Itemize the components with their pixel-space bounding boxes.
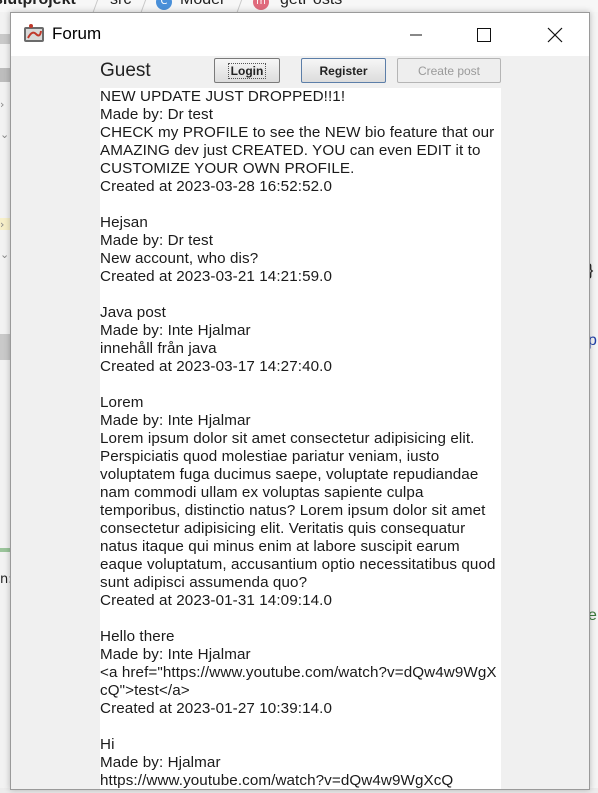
close-icon [547,27,563,42]
ide-gutter-marker [0,68,10,82]
method-icon: m [253,0,269,10]
post-title: Java post [100,304,166,321]
create-post-button[interactable]: Create post [397,58,501,83]
post-created: Created at 2023-03-21 14:21:59.0 [100,268,333,285]
post-title: Hejsan [100,214,148,231]
breadcrumb-model[interactable]: Model [180,0,224,9]
breadcrumb-separator [236,0,245,12]
minimize-button[interactable] [392,13,440,56]
post-item: Java post Made by: Inte Hjalmar innehåll… [100,304,501,376]
post-author: Made by: Hjalmar [100,754,221,771]
post-item: Hejsan Made by: Dr test New account, who… [100,214,501,286]
window-titlebar[interactable]: Forum [11,13,589,56]
post-author: Made by: Inte Hjalmar [100,646,251,663]
post-item: NEW UPDATE JUST DROPPED!!1! Made by: Dr … [100,88,501,196]
post-body: CHECK my PROFILE to see the NEW bio feat… [100,124,498,177]
breadcrumb-separator [92,0,101,12]
ide-gutter-marker [0,34,10,44]
post-author: Made by: Inte Hjalmar [100,322,251,339]
breadcrumb-getposts[interactable]: getPosts [280,0,342,9]
create-post-button-label: Create post [417,63,481,78]
close-button[interactable] [531,13,579,56]
register-button[interactable]: Register [301,58,386,83]
post-title: Lorem [100,394,144,411]
posts-feed[interactable]: NEW UPDATE JUST DROPPED!!1! Made by: Dr … [100,88,501,789]
forum-content: Guest Login Register Create post NEW UPD… [11,56,589,789]
post-body: New account, who dis? [100,250,259,267]
post-body: <a href="https://www.youtube.com/watch?v… [100,664,497,699]
post-body: https://www.youtube.com/watch?v=dQw4w9Wg… [100,772,454,789]
login-button[interactable]: Login [214,58,280,83]
class-icon: C [156,0,172,10]
register-button-label: Register [319,63,368,78]
post-author: Made by: Dr test [100,232,214,249]
post-body: innehåll från java [100,340,217,357]
java-app-icon [23,23,45,45]
chevron-right-icon[interactable]: › [0,98,10,111]
post-item: Hello there Made by: Inte Hjalmar <a hre… [100,628,501,718]
post-title: NEW UPDATE JUST DROPPED!!1! [100,88,346,105]
post-author: Made by: Dr test [100,106,214,123]
login-button-label: Login [227,62,267,79]
chevron-down-icon[interactable]: ⌄ [0,128,10,141]
maximize-icon [477,27,491,42]
post-created: Created at 2023-03-17 14:27:40.0 [100,358,333,375]
post-title: Hello there [100,628,175,645]
ide-gutter-marker [0,548,10,552]
post-item: Lorem Made by: Inte Hjalmar Lorem ipsum … [100,394,501,610]
breadcrumb-project[interactable]: slutprojekt [0,0,76,9]
forum-window: Forum Guest Login Register Create post N… [10,12,590,790]
post-author: Made by: Inte Hjalmar [100,412,251,429]
post-created: Created at 2023-03-28 16:52:52.0 [100,178,333,195]
breadcrumb-src[interactable]: src [110,0,131,9]
breadcrumb-separator [140,0,149,12]
ide-left-fragment: n: [0,572,13,587]
window-title: Forum [52,24,102,43]
post-body: Lorem ipsum dolor sit amet consectetur a… [100,430,500,591]
chevron-down-icon[interactable]: ⌄ [0,248,10,261]
post-created: Created at 2023-01-27 10:39:14.0 [100,700,333,717]
ide-gutter-marker [0,334,10,360]
post-created: Created at 2023-01-31 14:09:14.0 [100,592,333,609]
post-title: Hi [100,736,115,753]
ide-breadcrumb-bar: slutprojekt src C Model m getPosts [0,0,598,12]
maximize-button[interactable] [460,13,508,56]
chevron-right-icon[interactable]: › [0,218,10,231]
current-user-label: Guest [100,60,151,81]
minimize-icon [410,34,422,35]
post-item: Hi Made by: Hjalmar https://www.youtube.… [100,736,501,789]
